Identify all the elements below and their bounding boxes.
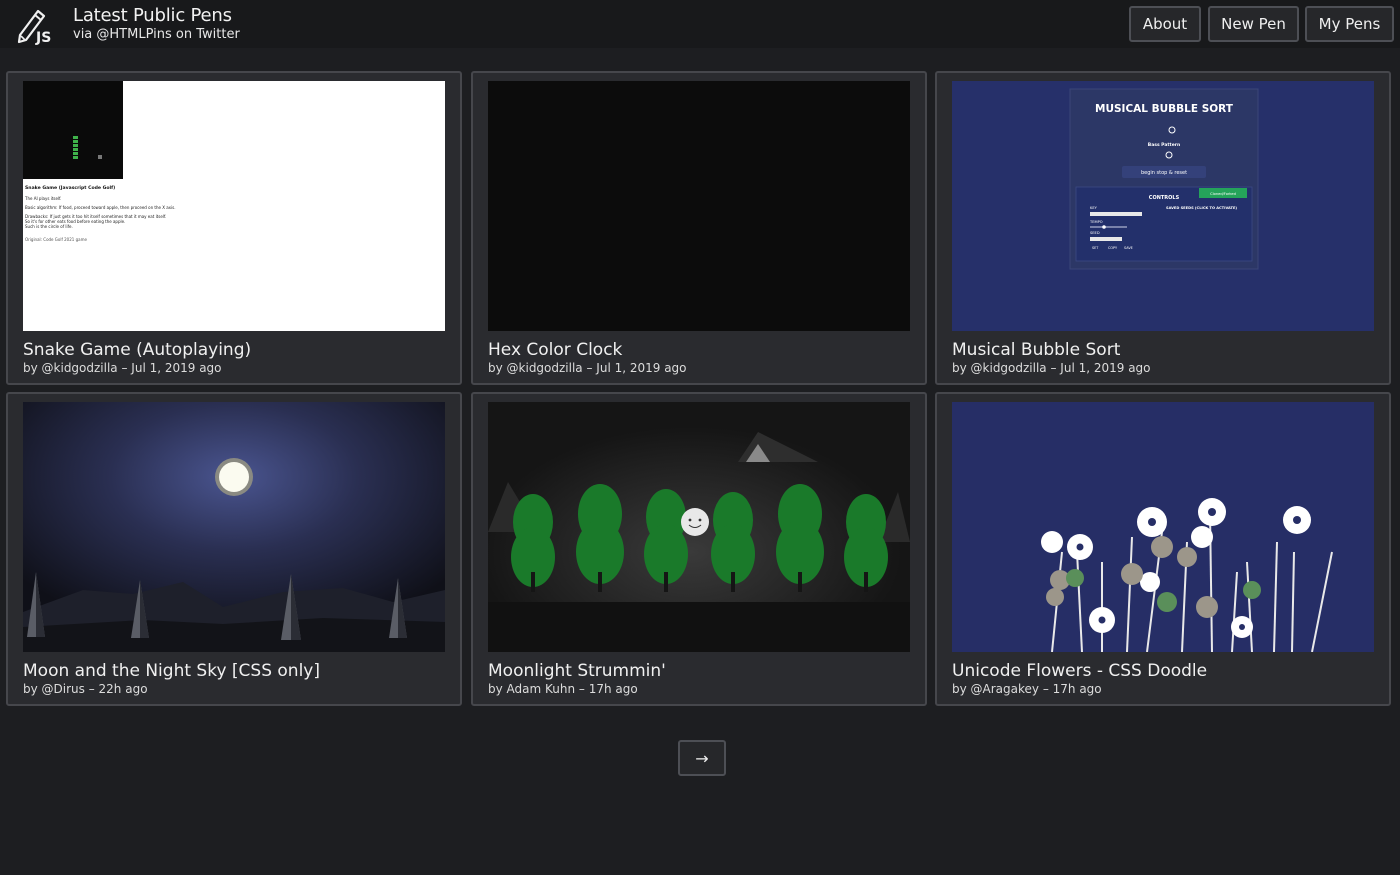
pen-meta: by @kidgodzilla – Jul 1, 2019 ago [952, 361, 1151, 375]
pen-preview-night-sky[interactable] [23, 402, 445, 652]
pen-title[interactable]: Musical Bubble Sort [952, 340, 1120, 360]
pen-meta: by @kidgodzilla – Jul 1, 2019 ago [488, 361, 687, 375]
pen-preview-hex-clock[interactable] [488, 81, 910, 331]
pen-meta: by Adam Kuhn – 17h ago [488, 682, 638, 696]
set-label: SET [1092, 246, 1099, 250]
snake-line-1: The AI plays itself. [24, 196, 61, 201]
my-pens-button[interactable]: My Pens [1305, 6, 1394, 42]
pen-preview-bubble-sort[interactable]: MUSICAL BUBBLE SORT Bass Pattern begin s… [952, 81, 1374, 331]
pen-card[interactable]: Unicode Flowers - CSS Doodle by @Aragake… [935, 392, 1391, 706]
pen-title[interactable]: Unicode Flowers - CSS Doodle [952, 661, 1207, 681]
begin-button-label: begin stop & reset [1141, 170, 1187, 176]
pen-preview-snake[interactable]: Snake Game (Javascript Code Golf) The AI… [23, 81, 445, 331]
top-bar: JS Latest Public Pens via @HTMLPins on T… [0, 0, 1400, 48]
pen-title[interactable]: Moonlight Strummin' [488, 661, 666, 681]
pencil-js-logo-icon[interactable]: JS [16, 5, 58, 45]
green-button-label: Cloned/Forked [1210, 192, 1236, 196]
site-title: Latest Public Pens [73, 5, 232, 26]
logo-text: JS [35, 30, 51, 45]
pen-meta: by @kidgodzilla – Jul 1, 2019 ago [23, 361, 222, 375]
snake-line-2: Basic algorithm: If food, proceed toward… [25, 205, 176, 210]
snake-heading: Snake Game (Javascript Code Golf) [25, 185, 115, 191]
controls-label: CONTROLS [1149, 195, 1180, 201]
seed-label: SEED [1090, 231, 1100, 235]
saved-seeds-label: SAVED SEEDS (CLICK TO ACTIVATE) [1166, 206, 1237, 210]
pen-card[interactable]: MUSICAL BUBBLE SORT Bass Pattern begin s… [935, 71, 1391, 385]
copy-label: COPY [1108, 246, 1118, 250]
pen-card[interactable]: Moon and the Night Sky [CSS only] by @Di… [6, 392, 462, 706]
next-page-button[interactable]: → [678, 740, 726, 776]
pen-card[interactable]: Hex Color Clock by @kidgodzilla – Jul 1,… [471, 71, 927, 385]
pen-title[interactable]: Snake Game (Autoplaying) [23, 340, 251, 360]
tempo-label: TEMPO [1089, 220, 1103, 224]
snake-line-5: Such is the circle of life. [25, 224, 73, 229]
new-pen-button[interactable]: New Pen [1208, 6, 1299, 42]
site-subtitle: via @HTMLPins on Twitter [73, 27, 240, 42]
pen-card[interactable]: Snake Game (Javascript Code Golf) The AI… [6, 71, 462, 385]
about-button[interactable]: About [1129, 6, 1201, 42]
snake-footer: Original: Code Golf 2021 game [25, 237, 87, 242]
pen-preview-flowers[interactable] [952, 402, 1374, 652]
pen-card[interactable]: Moonlight Strummin' by Adam Kuhn – 17h a… [471, 392, 927, 706]
bubble-heading: MUSICAL BUBBLE SORT [1095, 103, 1234, 115]
pen-title[interactable]: Moon and the Night Sky [CSS only] [23, 661, 320, 681]
bass-pattern-label: Bass Pattern [1148, 142, 1180, 148]
save-label: SAVE [1124, 246, 1133, 250]
pen-meta: by @Dirus – 22h ago [23, 682, 148, 696]
key-label: KEY [1090, 206, 1098, 210]
pen-meta: by @Aragakey – 17h ago [952, 682, 1102, 696]
pen-title[interactable]: Hex Color Clock [488, 340, 622, 360]
pen-preview-forest[interactable] [488, 402, 910, 652]
